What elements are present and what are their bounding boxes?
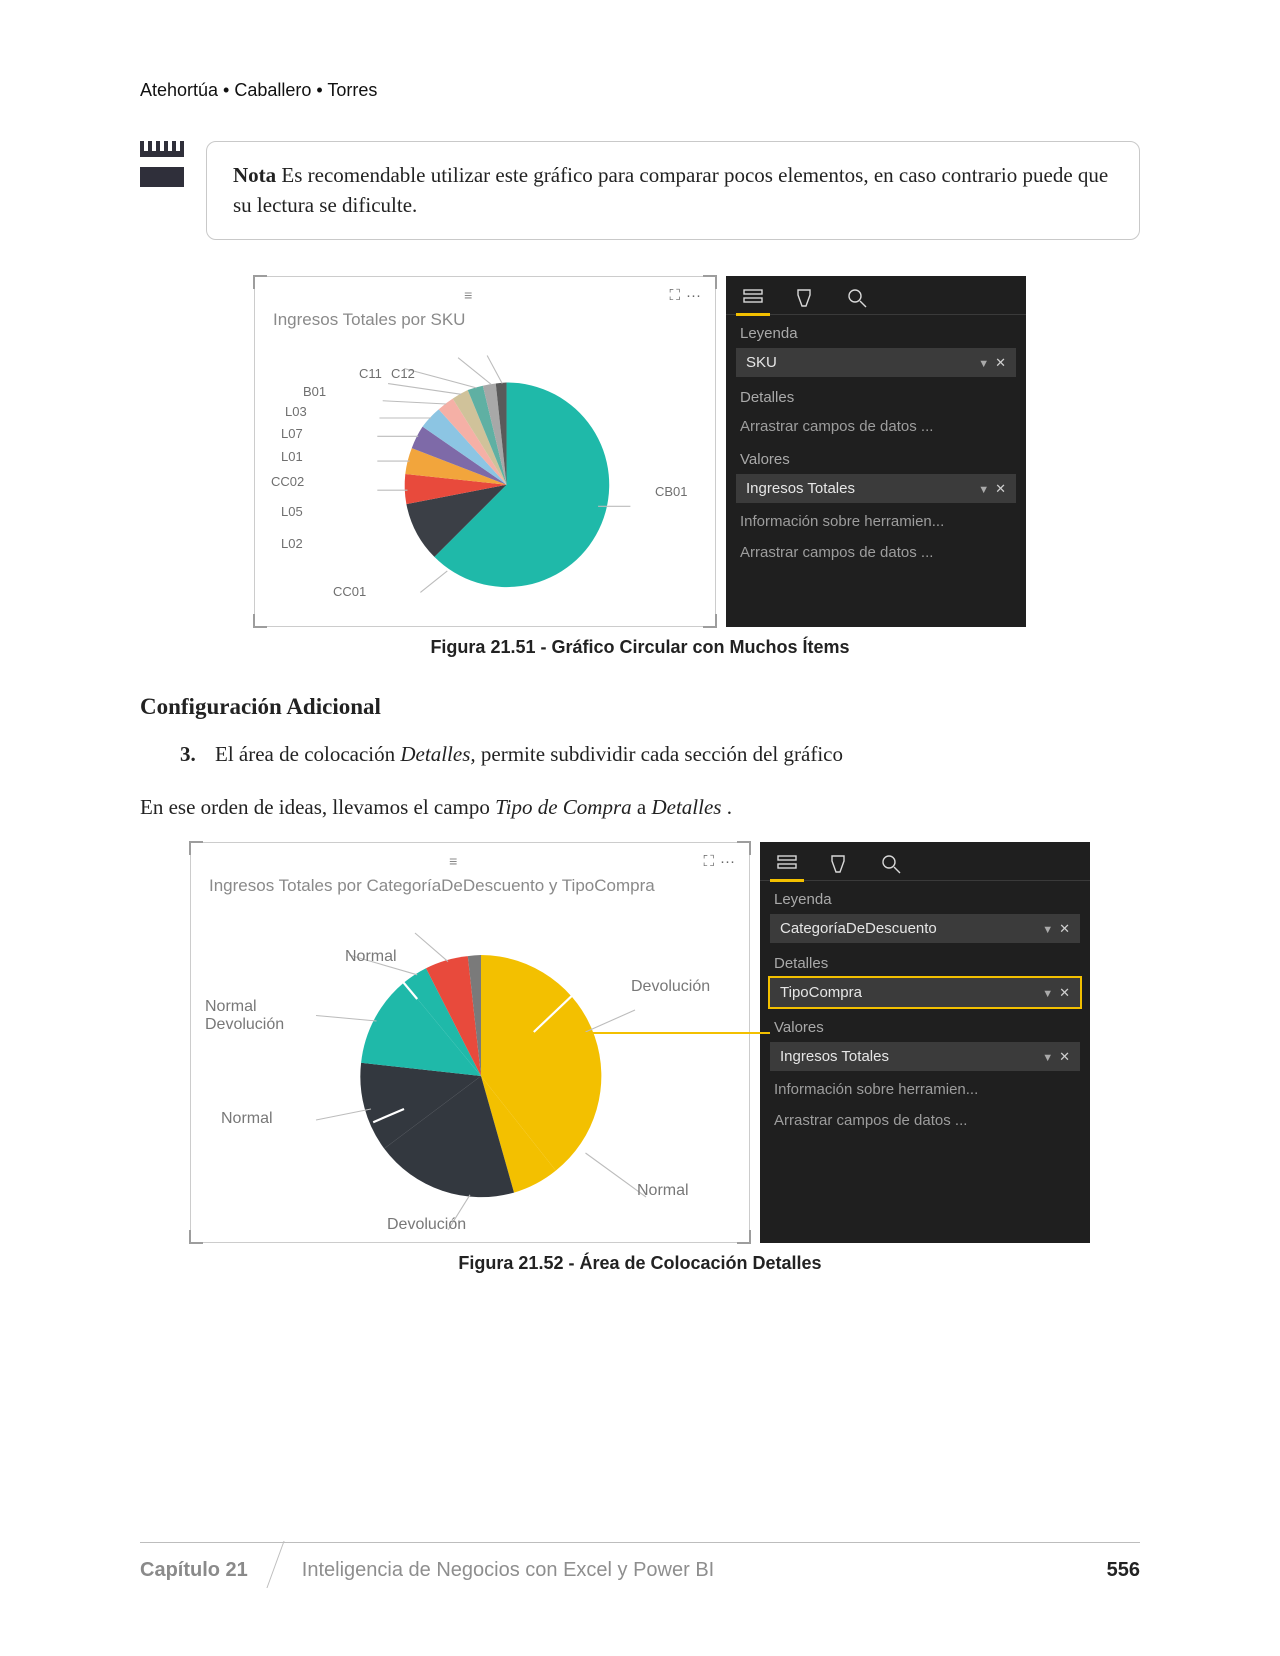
text: En ese orden de ideas, llevamos el campo bbox=[140, 795, 495, 819]
values-chip[interactable]: Ingresos Totales ▼ ✕ bbox=[736, 474, 1016, 503]
visualization-panel-1: Leyenda SKU ▼ ✕ Detalles Arrastrar campos… bbox=[726, 276, 1026, 627]
book-title: Inteligencia de Negocios con Excel y Pow… bbox=[276, 1559, 1107, 1582]
text-italic: Detalles bbox=[651, 795, 721, 819]
tooltip-placeholder[interactable]: Arrastrar campos de datos ... bbox=[760, 1104, 1090, 1135]
note-label: Nota bbox=[233, 163, 276, 187]
remove-icon[interactable]: ✕ bbox=[1059, 1049, 1070, 1064]
list-text-italic: Detalles, bbox=[400, 742, 475, 766]
paragraph: En ese orden de ideas, llevamos el campo… bbox=[140, 795, 1140, 820]
pie-label: CB01 bbox=[655, 484, 688, 499]
author-line: Atehortúa • Caballero • Torres bbox=[140, 80, 1140, 101]
pie-label: Devolución bbox=[631, 978, 710, 996]
note-box: Nota Es recomendable utilizar este gráfi… bbox=[206, 141, 1140, 240]
pie-chart-card-2: ≡ ⛶ ··· Ingresos Totales por CategoríaDe… bbox=[190, 842, 750, 1243]
chapter-label: Capítulo 21 bbox=[140, 1559, 276, 1582]
chip-label: SKU bbox=[746, 354, 777, 371]
values-header: Valores bbox=[726, 441, 1026, 472]
pie-label: L05 bbox=[281, 504, 303, 519]
drag-handle-icon[interactable]: ≡ bbox=[269, 287, 669, 303]
list-text: permite subdividir cada sección del gráf… bbox=[481, 742, 843, 766]
chevron-down-icon[interactable]: ▼ bbox=[1042, 988, 1053, 1000]
tooltip-header: Información sobre herramien... bbox=[726, 505, 1006, 536]
remove-icon[interactable]: ✕ bbox=[1059, 921, 1070, 936]
remove-icon[interactable]: ✕ bbox=[995, 355, 1006, 370]
analytics-tab-icon[interactable] bbox=[878, 852, 904, 876]
more-options-icon[interactable]: ··· bbox=[720, 853, 735, 870]
details-chip-highlight[interactable]: TipoCompra ▼ ✕ bbox=[770, 978, 1080, 1007]
text: a bbox=[637, 795, 652, 819]
panel-tabs bbox=[760, 842, 1090, 881]
text-italic: Tipo de Compra bbox=[495, 795, 632, 819]
legend-header: Leyenda bbox=[726, 315, 1026, 346]
legend-header: Leyenda bbox=[760, 881, 1090, 912]
pie-chart-1: CB01 CC01 L02 L05 CC02 L01 L07 L03 B01 C… bbox=[263, 334, 707, 614]
figure-caption: Figura 21.52 - Área de Colocación Detall… bbox=[140, 1253, 1140, 1274]
remove-icon[interactable]: ✕ bbox=[995, 481, 1006, 496]
pie-label: C12 bbox=[391, 366, 415, 381]
pie-label: L02 bbox=[281, 536, 303, 551]
chip-label: Ingresos Totales bbox=[780, 1048, 889, 1065]
pie-label: Devolución bbox=[387, 1216, 466, 1234]
figure-caption: Figura 21.51 - Gráfico Circular con Much… bbox=[140, 637, 1140, 658]
chart-title: Ingresos Totales por CategoríaDeDescuent… bbox=[199, 874, 741, 900]
tooltip-header: Información sobre herramien... bbox=[760, 1073, 1040, 1104]
remove-icon[interactable]: ✕ bbox=[1059, 985, 1070, 1000]
tooltip-placeholder[interactable]: Arrastrar campos de datos ... bbox=[726, 536, 1026, 567]
pie-label: Normal bbox=[221, 1110, 273, 1128]
format-tab-icon[interactable] bbox=[826, 852, 852, 876]
pie-label: C11 bbox=[359, 366, 382, 381]
drag-handle-icon[interactable]: ≡ bbox=[205, 853, 703, 869]
page-footer: Capítulo 21 Inteligencia de Negocios con… bbox=[140, 1542, 1140, 1582]
pie-label: Normal bbox=[205, 998, 257, 1016]
figure-21-51: ≡ ⛶ ··· Ingresos Totales por SKU bbox=[254, 276, 1026, 627]
fields-tab-icon[interactable] bbox=[774, 852, 800, 876]
chevron-down-icon[interactable]: ▼ bbox=[978, 484, 989, 496]
visualization-panel-2: Leyenda CategoríaDeDescuento ▼ ✕ Detalles… bbox=[760, 842, 1090, 1243]
analytics-tab-icon[interactable] bbox=[844, 286, 870, 310]
text: . bbox=[727, 795, 732, 819]
legend-chip[interactable]: SKU ▼ ✕ bbox=[736, 348, 1016, 377]
list-item-3: 3. El área de colocación Detalles, permi… bbox=[180, 742, 1140, 767]
details-header: Detalles bbox=[760, 945, 1090, 976]
note-block: Nota Es recomendable utilizar este gráfi… bbox=[140, 141, 1140, 240]
figure-21-52: ≡ ⛶ ··· Ingresos Totales por CategoríaDe… bbox=[190, 842, 1090, 1243]
panel-tabs bbox=[726, 276, 1026, 315]
chevron-down-icon[interactable]: ▼ bbox=[978, 358, 989, 370]
focus-mode-icon[interactable]: ⛶ bbox=[703, 853, 714, 870]
pie-label: CC01 bbox=[333, 584, 366, 599]
values-chip[interactable]: Ingresos Totales ▼ ✕ bbox=[770, 1042, 1080, 1071]
focus-mode-icon[interactable]: ⛶ bbox=[669, 287, 680, 304]
page-number: 556 bbox=[1107, 1559, 1140, 1582]
pie-chart-2: Devolución Normal Devolución Normal Devo… bbox=[199, 900, 741, 1230]
pie-label: Normal bbox=[345, 948, 397, 966]
more-options-icon[interactable]: ··· bbox=[686, 287, 701, 304]
values-header: Valores bbox=[760, 1009, 1090, 1040]
legend-chip[interactable]: CategoríaDeDescuento ▼ ✕ bbox=[770, 914, 1080, 943]
pie-label: Devolución bbox=[205, 1016, 284, 1034]
pie-label: L03 bbox=[285, 404, 307, 419]
pie-chart-card-1: ≡ ⛶ ··· Ingresos Totales por SKU bbox=[254, 276, 716, 627]
list-text: El área de colocación bbox=[215, 742, 400, 766]
pie-label: L01 bbox=[281, 449, 303, 464]
chevron-down-icon[interactable]: ▼ bbox=[1042, 924, 1053, 936]
note-body: Es recomendable utilizar este gráfico pa… bbox=[233, 163, 1108, 217]
chip-label: Ingresos Totales bbox=[746, 480, 855, 497]
chevron-down-icon[interactable]: ▼ bbox=[1042, 1052, 1053, 1064]
chip-label: CategoríaDeDescuento bbox=[780, 920, 937, 937]
chip-label: TipoCompra bbox=[780, 984, 862, 1001]
callout-connector bbox=[570, 1032, 770, 1034]
chart-title: Ingresos Totales por SKU bbox=[263, 308, 707, 334]
pie-label: CC02 bbox=[271, 474, 304, 489]
pie-label: Normal bbox=[637, 1182, 689, 1200]
details-header: Detalles bbox=[726, 379, 1026, 410]
notebook-icon bbox=[140, 147, 184, 187]
format-tab-icon[interactable] bbox=[792, 286, 818, 310]
pie-label: B01 bbox=[303, 384, 326, 399]
list-number: 3. bbox=[180, 742, 196, 766]
section-heading: Configuración Adicional bbox=[140, 694, 1140, 720]
fields-tab-icon[interactable] bbox=[740, 286, 766, 310]
pie-label: L07 bbox=[281, 426, 303, 441]
details-placeholder[interactable]: Arrastrar campos de datos ... bbox=[726, 410, 1026, 441]
